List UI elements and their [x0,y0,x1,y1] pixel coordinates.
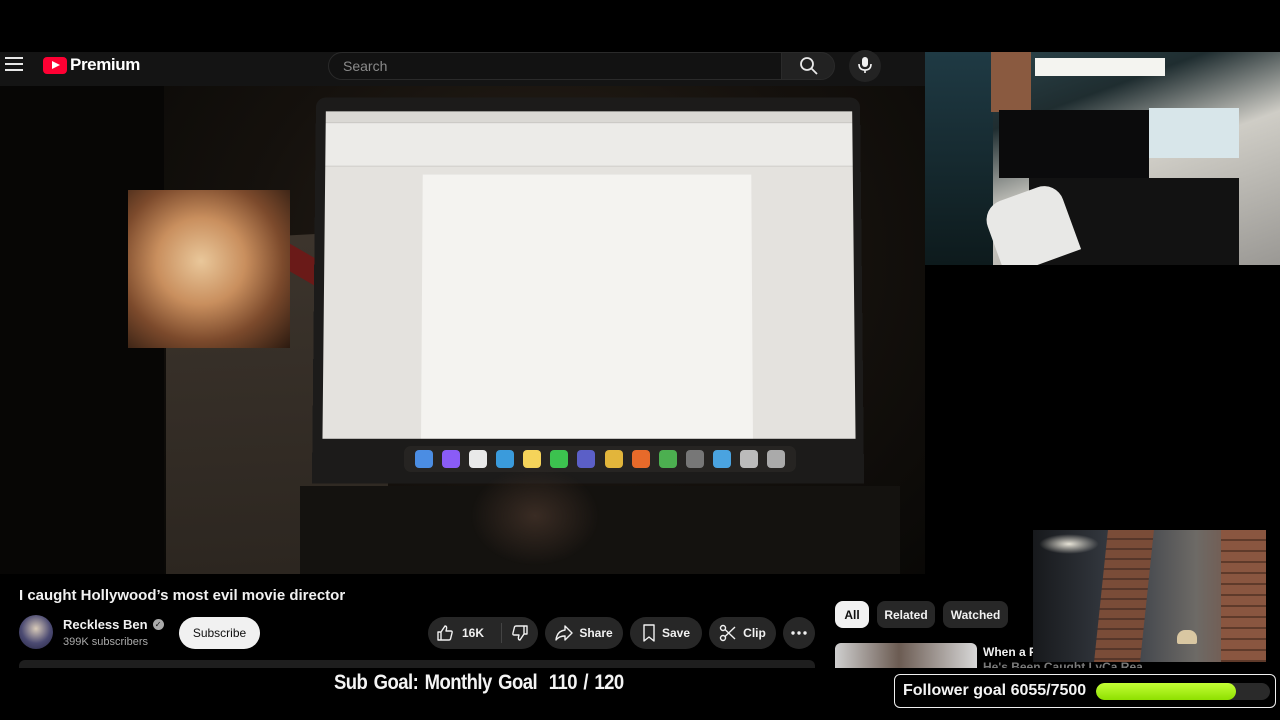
search-button[interactable] [781,52,835,80]
thumbs-up-icon [437,625,453,641]
follower-progress-fill [1096,683,1237,700]
more-horizontal-icon [791,631,807,635]
more-actions-button[interactable] [783,617,815,649]
youtube-masthead: Premium [0,50,925,86]
like-count: 16K [462,626,485,640]
share-icon [555,625,574,641]
thumbs-down-icon [512,625,528,641]
sub-goal-current: 110 [548,671,578,694]
subscribe-button[interactable]: Subscribe [179,617,260,649]
microphone-icon [858,57,872,73]
search-box[interactable] [328,52,782,80]
stream-top-band [0,0,1280,52]
mac-dock [404,446,796,472]
scissors-icon [719,624,736,642]
clip-label: Clip [743,626,766,640]
bookmark-icon [643,624,655,642]
recommended-video-thumbnail[interactable] [835,643,977,669]
youtube-premium-logo[interactable]: Premium [43,55,140,75]
channel-avatar[interactable] [19,615,53,649]
like-dislike-group: 16K [428,617,538,649]
menu-icon[interactable] [5,57,23,71]
search-input[interactable] [329,53,781,79]
docs-toolbar [325,123,853,167]
mac-menu-bar [325,111,853,124]
like-button[interactable]: 16K [428,623,502,643]
chip-watched[interactable]: Watched [943,601,1008,628]
save-button[interactable]: Save [630,617,702,649]
chip-all[interactable]: All [835,601,869,628]
description-box[interactable] [19,660,815,668]
clip-button[interactable]: Clip [709,617,776,649]
document-page [421,174,753,439]
video-player[interactable] [0,86,925,574]
share-button[interactable]: Share [545,617,623,649]
video-title: I caught Hollywood’s most evil movie dir… [19,587,346,604]
channel-name-text[interactable]: Reckless Ben [63,617,148,632]
verified-icon: ✓ [152,619,164,630]
follower-goal-widget: Follower goal 6055/7500 [894,674,1276,708]
share-label: Share [579,626,613,640]
sub-goal-label: Sub Goal: Monthly Goal [334,671,538,694]
hand-shape [470,466,600,566]
laptop-shape [311,97,865,484]
laptop-screen [322,111,856,439]
subscriber-count: 399K subscribers [63,636,148,648]
logo-text: Premium [70,55,140,74]
sub-goal-text: Sub Goal: Monthly Goal 110 / 120 [334,671,624,694]
follower-progress-track [1096,683,1270,700]
webcam-room-top [925,52,1280,265]
save-label: Save [661,626,691,640]
chip-related[interactable]: Related [877,601,935,628]
channel-name[interactable]: Reckless Ben ✓ [63,617,164,632]
youtube-play-icon [43,56,67,74]
sub-goal-target: 120 [594,671,624,694]
voice-search-button[interactable] [849,50,881,82]
search-icon [800,57,818,75]
follower-goal-label: Follower goal 6055/7500 [903,682,1087,699]
webcam-room-bottom [1033,530,1266,662]
pasted-photo [128,190,290,348]
dislike-button[interactable] [502,624,538,642]
keyboard-shape [300,486,900,574]
recommended-video-title[interactable]: When a P [983,645,1033,659]
recommended-video-title-line2[interactable]: He's Been Caught LyCa Reacts [983,660,1143,668]
